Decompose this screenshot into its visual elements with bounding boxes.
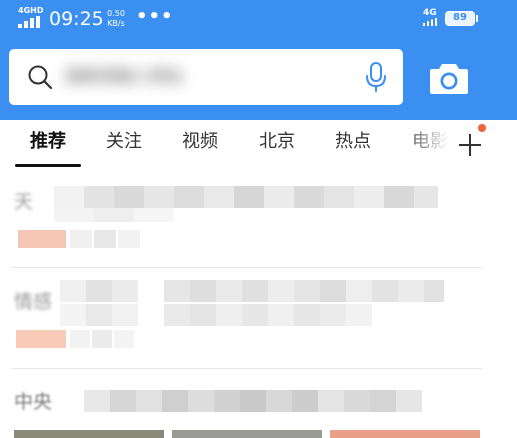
feed-item[interactable]: 情感 bbox=[12, 272, 482, 362]
feed-divider bbox=[12, 267, 482, 268]
feed-divider bbox=[12, 368, 482, 369]
notification-dot bbox=[478, 124, 486, 132]
blurred-meta bbox=[114, 330, 134, 348]
active-tab-indicator bbox=[15, 164, 81, 167]
thumbnail-image bbox=[330, 430, 480, 438]
more-notifications-icon: ••• bbox=[136, 6, 174, 27]
feed-item-title: 情感 bbox=[14, 291, 53, 313]
search-icon bbox=[28, 65, 53, 90]
blurred-tag bbox=[18, 230, 66, 248]
tab-beijing[interactable]: 北京 bbox=[259, 131, 295, 153]
channel-tabs: 推荐 关注 视频 北京 热点 电影 bbox=[0, 120, 517, 168]
battery-icon: 89 bbox=[445, 11, 475, 26]
blurred-title bbox=[84, 390, 422, 412]
tabs-fade bbox=[400, 120, 450, 168]
thumbnail-image bbox=[14, 430, 164, 438]
blurred-meta bbox=[92, 330, 112, 348]
blurred-title bbox=[54, 186, 438, 208]
signal-strength-right-icon bbox=[423, 18, 437, 26]
blurred-title-line2 bbox=[60, 304, 372, 326]
network-type-right-label: 4G bbox=[423, 8, 437, 18]
network-speed: 0.50 KB/s bbox=[104, 9, 128, 29]
blurred-meta bbox=[94, 230, 116, 248]
blurred-meta bbox=[70, 230, 92, 248]
app-screen: 4GHD 09:25 0.50 KB/s ••• 4G 89 搜索或输入网址 推… bbox=[0, 0, 517, 438]
top-header: 4GHD 09:25 0.50 KB/s ••• 4G 89 搜索或输入网址 bbox=[0, 0, 517, 120]
feed-item[interactable]: 中央 bbox=[12, 380, 482, 438]
microphone-icon[interactable] bbox=[363, 61, 389, 93]
blurred-title-line2 bbox=[54, 208, 174, 222]
tab-recommend[interactable]: 推荐 bbox=[30, 131, 66, 153]
feed-item-title: 天 bbox=[14, 191, 34, 213]
battery-level: 89 bbox=[453, 12, 467, 23]
feed-item-title: 中央 bbox=[14, 391, 53, 413]
status-bar: 4GHD 09:25 0.50 KB/s ••• 4G 89 bbox=[0, 0, 517, 38]
feed-item[interactable]: 天 bbox=[12, 180, 482, 260]
blurred-title bbox=[60, 280, 444, 302]
news-feed: 天 情感 中央 bbox=[0, 168, 517, 438]
battery-tip bbox=[476, 15, 478, 22]
tab-video[interactable]: 视频 bbox=[182, 131, 218, 153]
search-bar[interactable]: 搜索或输入网址 bbox=[9, 49, 403, 105]
signal-strength-icon bbox=[18, 16, 40, 28]
network-type-label: 4GHD bbox=[18, 6, 44, 15]
tab-hot[interactable]: 热点 bbox=[335, 131, 371, 153]
plus-icon[interactable] bbox=[457, 128, 483, 158]
network-speed-unit: KB/s bbox=[107, 19, 125, 28]
status-time: 09:25 bbox=[49, 8, 104, 30]
network-speed-value: 0.50 bbox=[107, 9, 125, 18]
blurred-meta bbox=[70, 330, 90, 348]
blurred-tag bbox=[16, 330, 66, 348]
tab-following[interactable]: 关注 bbox=[106, 131, 142, 153]
search-input[interactable]: 搜索或输入网址 bbox=[65, 65, 295, 89]
camera-icon[interactable] bbox=[428, 58, 470, 98]
blurred-meta bbox=[118, 230, 140, 248]
thumbnail-image bbox=[172, 430, 322, 438]
